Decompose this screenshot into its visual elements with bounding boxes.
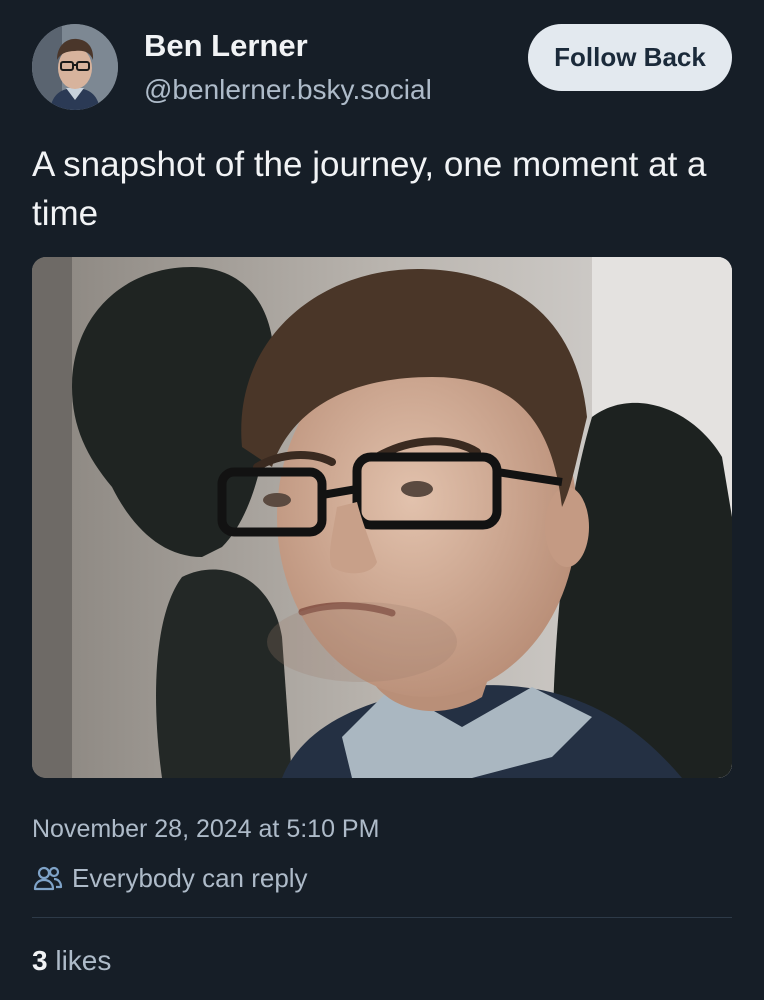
follow-back-button[interactable]: Follow Back bbox=[528, 24, 732, 91]
author-avatar[interactable] bbox=[32, 24, 118, 110]
reply-setting-label: Everybody can reply bbox=[72, 862, 308, 893]
author-name[interactable]: Ben Lerner bbox=[144, 28, 308, 64]
post-timestamp: November 28, 2024 at 5:10 PM bbox=[32, 815, 380, 843]
likes-summary[interactable]: 3 likes bbox=[32, 945, 111, 977]
post-thread-view: Ben Lerner @benlerner.bsky.social Follow… bbox=[0, 0, 764, 1000]
post-image[interactable] bbox=[32, 257, 732, 778]
author-handle[interactable]: @benlerner.bsky.social bbox=[144, 74, 432, 106]
likes-label: likes bbox=[55, 945, 112, 976]
likes-count: 3 bbox=[32, 945, 48, 976]
people-icon bbox=[33, 866, 63, 891]
reply-setting[interactable]: Everybody can reply bbox=[32, 860, 308, 896]
divider bbox=[32, 917, 732, 918]
profile-photo-icon bbox=[32, 24, 118, 110]
portrait-photo-icon bbox=[32, 257, 732, 778]
post-text: A snapshot of the journey, one moment at… bbox=[32, 145, 707, 233]
post-header: Ben Lerner @benlerner.bsky.social Follow… bbox=[32, 24, 732, 114]
